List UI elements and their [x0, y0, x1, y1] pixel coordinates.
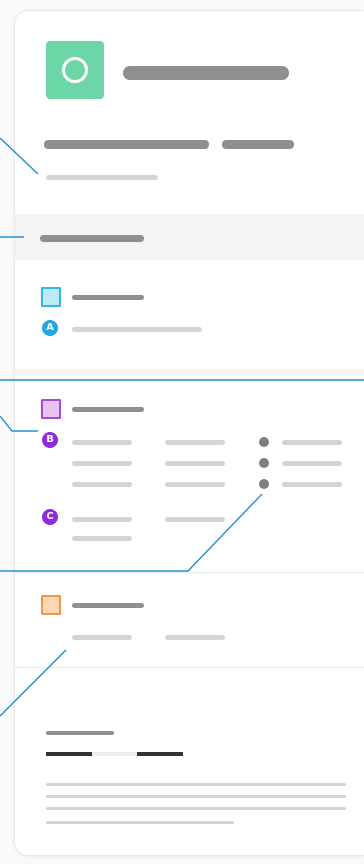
badge-a: A	[42, 320, 58, 336]
grid-cell	[165, 461, 225, 466]
circle-ring-icon	[62, 57, 88, 83]
footer-progress-dark	[46, 752, 92, 756]
section-divider	[15, 572, 364, 573]
bullet-dot	[259, 458, 269, 468]
grid-cell	[72, 440, 132, 445]
badge-c: C	[42, 509, 58, 525]
grid-cell	[165, 482, 225, 487]
section-divider	[15, 667, 364, 668]
section-b-title-placeholder	[72, 407, 144, 412]
subtitle-placeholder-1	[44, 140, 209, 149]
subtitle-placeholder-2	[222, 140, 294, 149]
footer-heading-placeholder	[46, 731, 114, 735]
section-c-line	[165, 517, 225, 522]
section-b-square	[41, 399, 61, 419]
section-a-square	[41, 287, 61, 307]
section-c-line	[72, 536, 132, 541]
bullet-line	[282, 440, 342, 445]
grid-cell	[165, 440, 225, 445]
badge-b: B	[42, 432, 58, 448]
footer-progress-light	[92, 752, 137, 756]
paragraph-line	[46, 795, 346, 798]
grid-cell	[72, 482, 132, 487]
paragraph-line	[46, 821, 234, 824]
section-d-title-placeholder	[72, 603, 144, 608]
footer-progress-dark	[137, 752, 183, 756]
title-placeholder	[123, 66, 289, 80]
paragraph-line	[46, 807, 346, 810]
section-a-line-placeholder	[72, 327, 202, 332]
bullet-line	[282, 482, 342, 487]
section-d-line	[72, 635, 132, 640]
section-a-title-placeholder	[72, 295, 144, 300]
app-logo	[46, 41, 104, 99]
bullet-line	[282, 461, 342, 466]
bullet-dot	[259, 437, 269, 447]
section-d-square	[41, 595, 61, 615]
grid-cell	[72, 461, 132, 466]
spec-card: A B C	[14, 10, 364, 856]
section-d-line	[165, 635, 225, 640]
caption-placeholder	[46, 175, 158, 180]
section-divider	[15, 369, 364, 376]
bullet-dot	[259, 479, 269, 489]
section-header-placeholder	[40, 235, 144, 242]
paragraph-line	[46, 783, 346, 786]
section-c-line	[72, 517, 132, 522]
